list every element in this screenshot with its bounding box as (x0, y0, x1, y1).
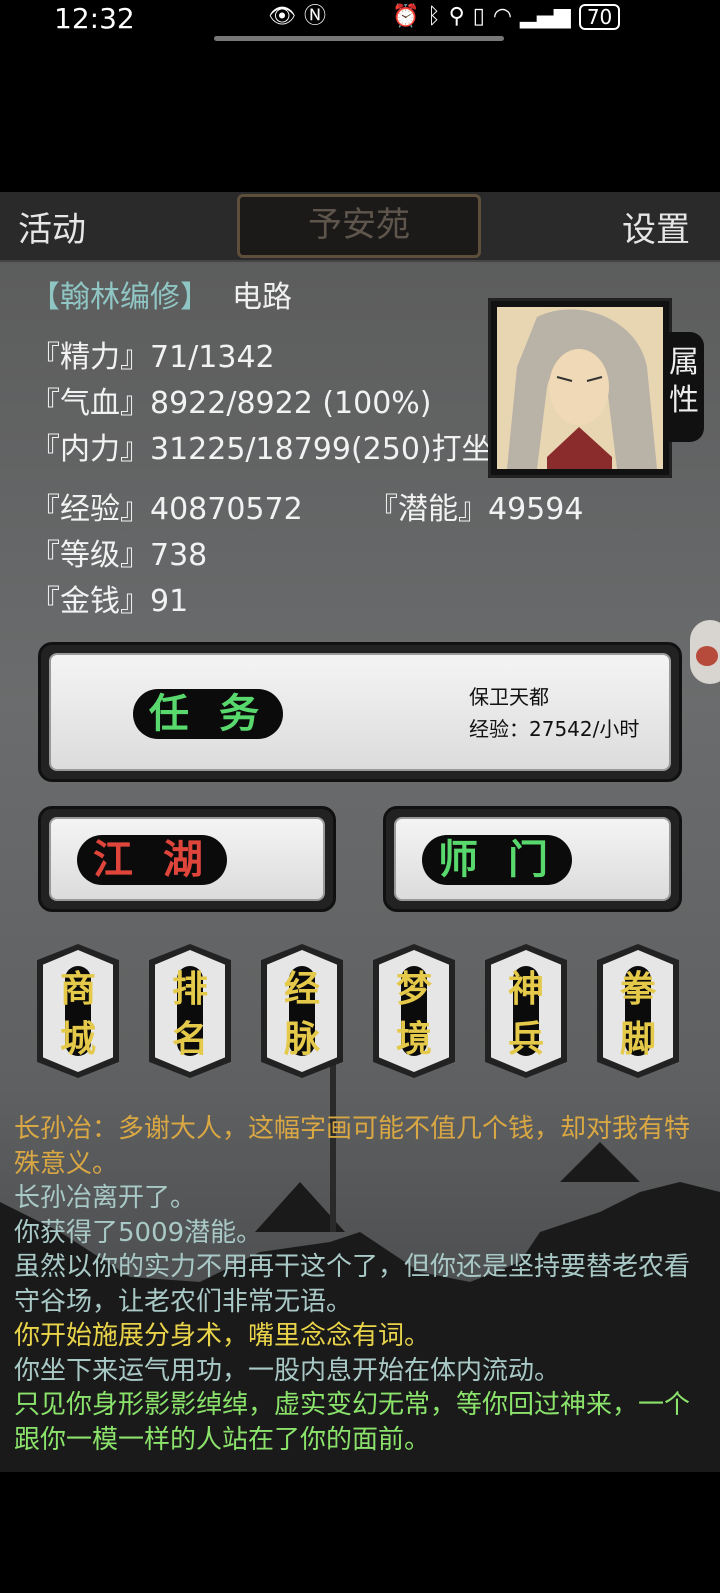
shop-button-label: 商 城 (43, 964, 113, 1064)
stat-hp: 『气血』8922/8922 (100%) (30, 386, 432, 421)
log-line: 你开始施展分身术，嘴里念念有词。 (14, 1321, 431, 1351)
shimen-label: 师 门 (422, 835, 572, 885)
meridian-label-bottom: 脉 (283, 1018, 320, 1060)
ranking-label-top: 排 (171, 968, 208, 1010)
shop-label-top: 商 (59, 968, 96, 1010)
stat-energy: 『精力』71/1342 (30, 340, 275, 375)
meridian-button-label: 经 脉 (267, 964, 337, 1064)
log-line: 长孙冶：多谢大人，这幅字画可能不值几个钱，却对我有特殊意义。 (14, 1114, 691, 1179)
status-left-icons: 👁 Ⓝ (268, 4, 326, 30)
divine-weapon-button-label: 神 兵 (491, 964, 561, 1064)
battery-icon: 70 (578, 4, 621, 30)
fist-kick-button[interactable]: 拳 脚 (597, 944, 679, 1078)
dreamland-label-bottom: 境 (395, 1018, 432, 1060)
stat-money: 『金钱』91 (30, 584, 189, 619)
vibrate-icon: ▯ (472, 4, 485, 29)
stat-level: 『等级』738 (30, 538, 208, 573)
divine-weapon-label-bottom: 兵 (507, 1018, 544, 1060)
shop-button-face: 商 城 (43, 950, 113, 1072)
portrait-image (497, 307, 663, 469)
attributes-tab-label: 属 性 (669, 345, 699, 418)
ranking-button-label: 排 名 (155, 964, 225, 1064)
signal-icon: ▂▄▆ (520, 4, 571, 29)
divine-weapon-button[interactable]: 神 兵 (485, 944, 567, 1078)
attributes-tab[interactable]: 属 性 (664, 332, 704, 442)
route-label: 电路 (232, 280, 292, 315)
log-line: 虽然以你的实力不用再干这个了，但你还是坚持要替老农看守谷场，让老农们非常无语。 (14, 1252, 691, 1317)
meridian-label-top: 经 (283, 968, 320, 1010)
gesture-pill (214, 36, 504, 41)
log-line: 你获得了5009潜能。 (14, 1217, 263, 1248)
shimen-button[interactable]: 师 门 (383, 806, 682, 912)
status-right-icons: ⏰ ᛒ ⚲ ▯ ◠ ▂▄▆ 70 (392, 4, 621, 30)
log-line: 只见你身形影影绰绰，虚实变幻无常，等你回过神来，一个跟你一模一样的人站在了你的面… (14, 1390, 691, 1455)
stat-potential: 『潜能』49594 (368, 492, 584, 527)
shop-button[interactable]: 商 城 (37, 944, 119, 1078)
task-button-label: 任 务 (133, 689, 283, 739)
jianghu-button[interactable]: 江 湖 (38, 806, 336, 912)
character-portrait[interactable] (488, 298, 672, 478)
ranking-button-face: 排 名 (155, 950, 225, 1072)
eye-icon: 👁 (268, 4, 296, 29)
task-exp-rate: 经验：27542/小时 (469, 717, 640, 741)
divine-weapon-label-top: 神 (507, 968, 544, 1010)
shop-label-bottom: 城 (59, 1018, 96, 1060)
dreamland-button-label: 梦 境 (379, 964, 449, 1064)
dreamland-label-top: 梦 (395, 968, 432, 1010)
divine-weapon-button-face: 神 兵 (491, 950, 561, 1072)
location-title: 予安苑 (237, 194, 481, 258)
status-bar: 12:32 👁 Ⓝ ⏰ ᛒ ⚲ ▯ ◠ ▂▄▆ 70 (0, 0, 720, 41)
task-info: 保卫天都 经验：27542/小时 (469, 681, 639, 745)
fist-kick-label-top: 拳 (619, 968, 656, 1010)
log-line: 长孙冶离开了。 (14, 1183, 197, 1213)
meridian-button-face: 经 脉 (267, 950, 337, 1072)
top-bar: 活动 予安苑 设置 (0, 192, 720, 262)
rank-title: 【翰林编修】 (30, 280, 210, 315)
activity-button[interactable]: 活动 (18, 202, 86, 251)
settings-button[interactable]: 设置 (622, 202, 690, 251)
ranking-button[interactable]: 排 名 (149, 944, 231, 1078)
message-log: 长孙冶：多谢大人，这幅字画可能不值几个钱，却对我有特殊意义。 长孙冶离开了。 你… (14, 1112, 714, 1457)
task-name: 保卫天都 (469, 685, 549, 709)
status-time: 12:32 (54, 2, 135, 35)
jianghu-label: 江 湖 (77, 835, 227, 885)
log-line: 你坐下来运气用功，一股内息开始在体内流动。 (14, 1355, 561, 1386)
fist-kick-button-label: 拳 脚 (603, 964, 673, 1064)
location-icon: ⚲ (448, 4, 465, 29)
meridian-button[interactable]: 经 脉 (261, 944, 343, 1078)
side-float-button[interactable] (690, 620, 720, 684)
wifi-icon: ◠ (492, 4, 513, 29)
bluetooth-icon: ᛒ (427, 4, 441, 29)
dreamland-button[interactable]: 梦 境 (373, 944, 455, 1078)
ranking-label-bottom: 名 (171, 1018, 208, 1060)
task-panel[interactable]: 任 务 保卫天都 经验：27542/小时 (38, 642, 682, 782)
alarm-icon: ⏰ (392, 4, 420, 29)
nfc-icon: Ⓝ (303, 4, 326, 29)
fist-kick-button-face: 拳 脚 (603, 950, 673, 1072)
stat-internal-power: 『内力』31225/18799(250)打坐 (30, 432, 490, 467)
stat-experience: 『经验』40870572 (30, 492, 303, 527)
fist-kick-label-bottom: 脚 (619, 1018, 656, 1060)
dreamland-button-face: 梦 境 (379, 950, 449, 1072)
